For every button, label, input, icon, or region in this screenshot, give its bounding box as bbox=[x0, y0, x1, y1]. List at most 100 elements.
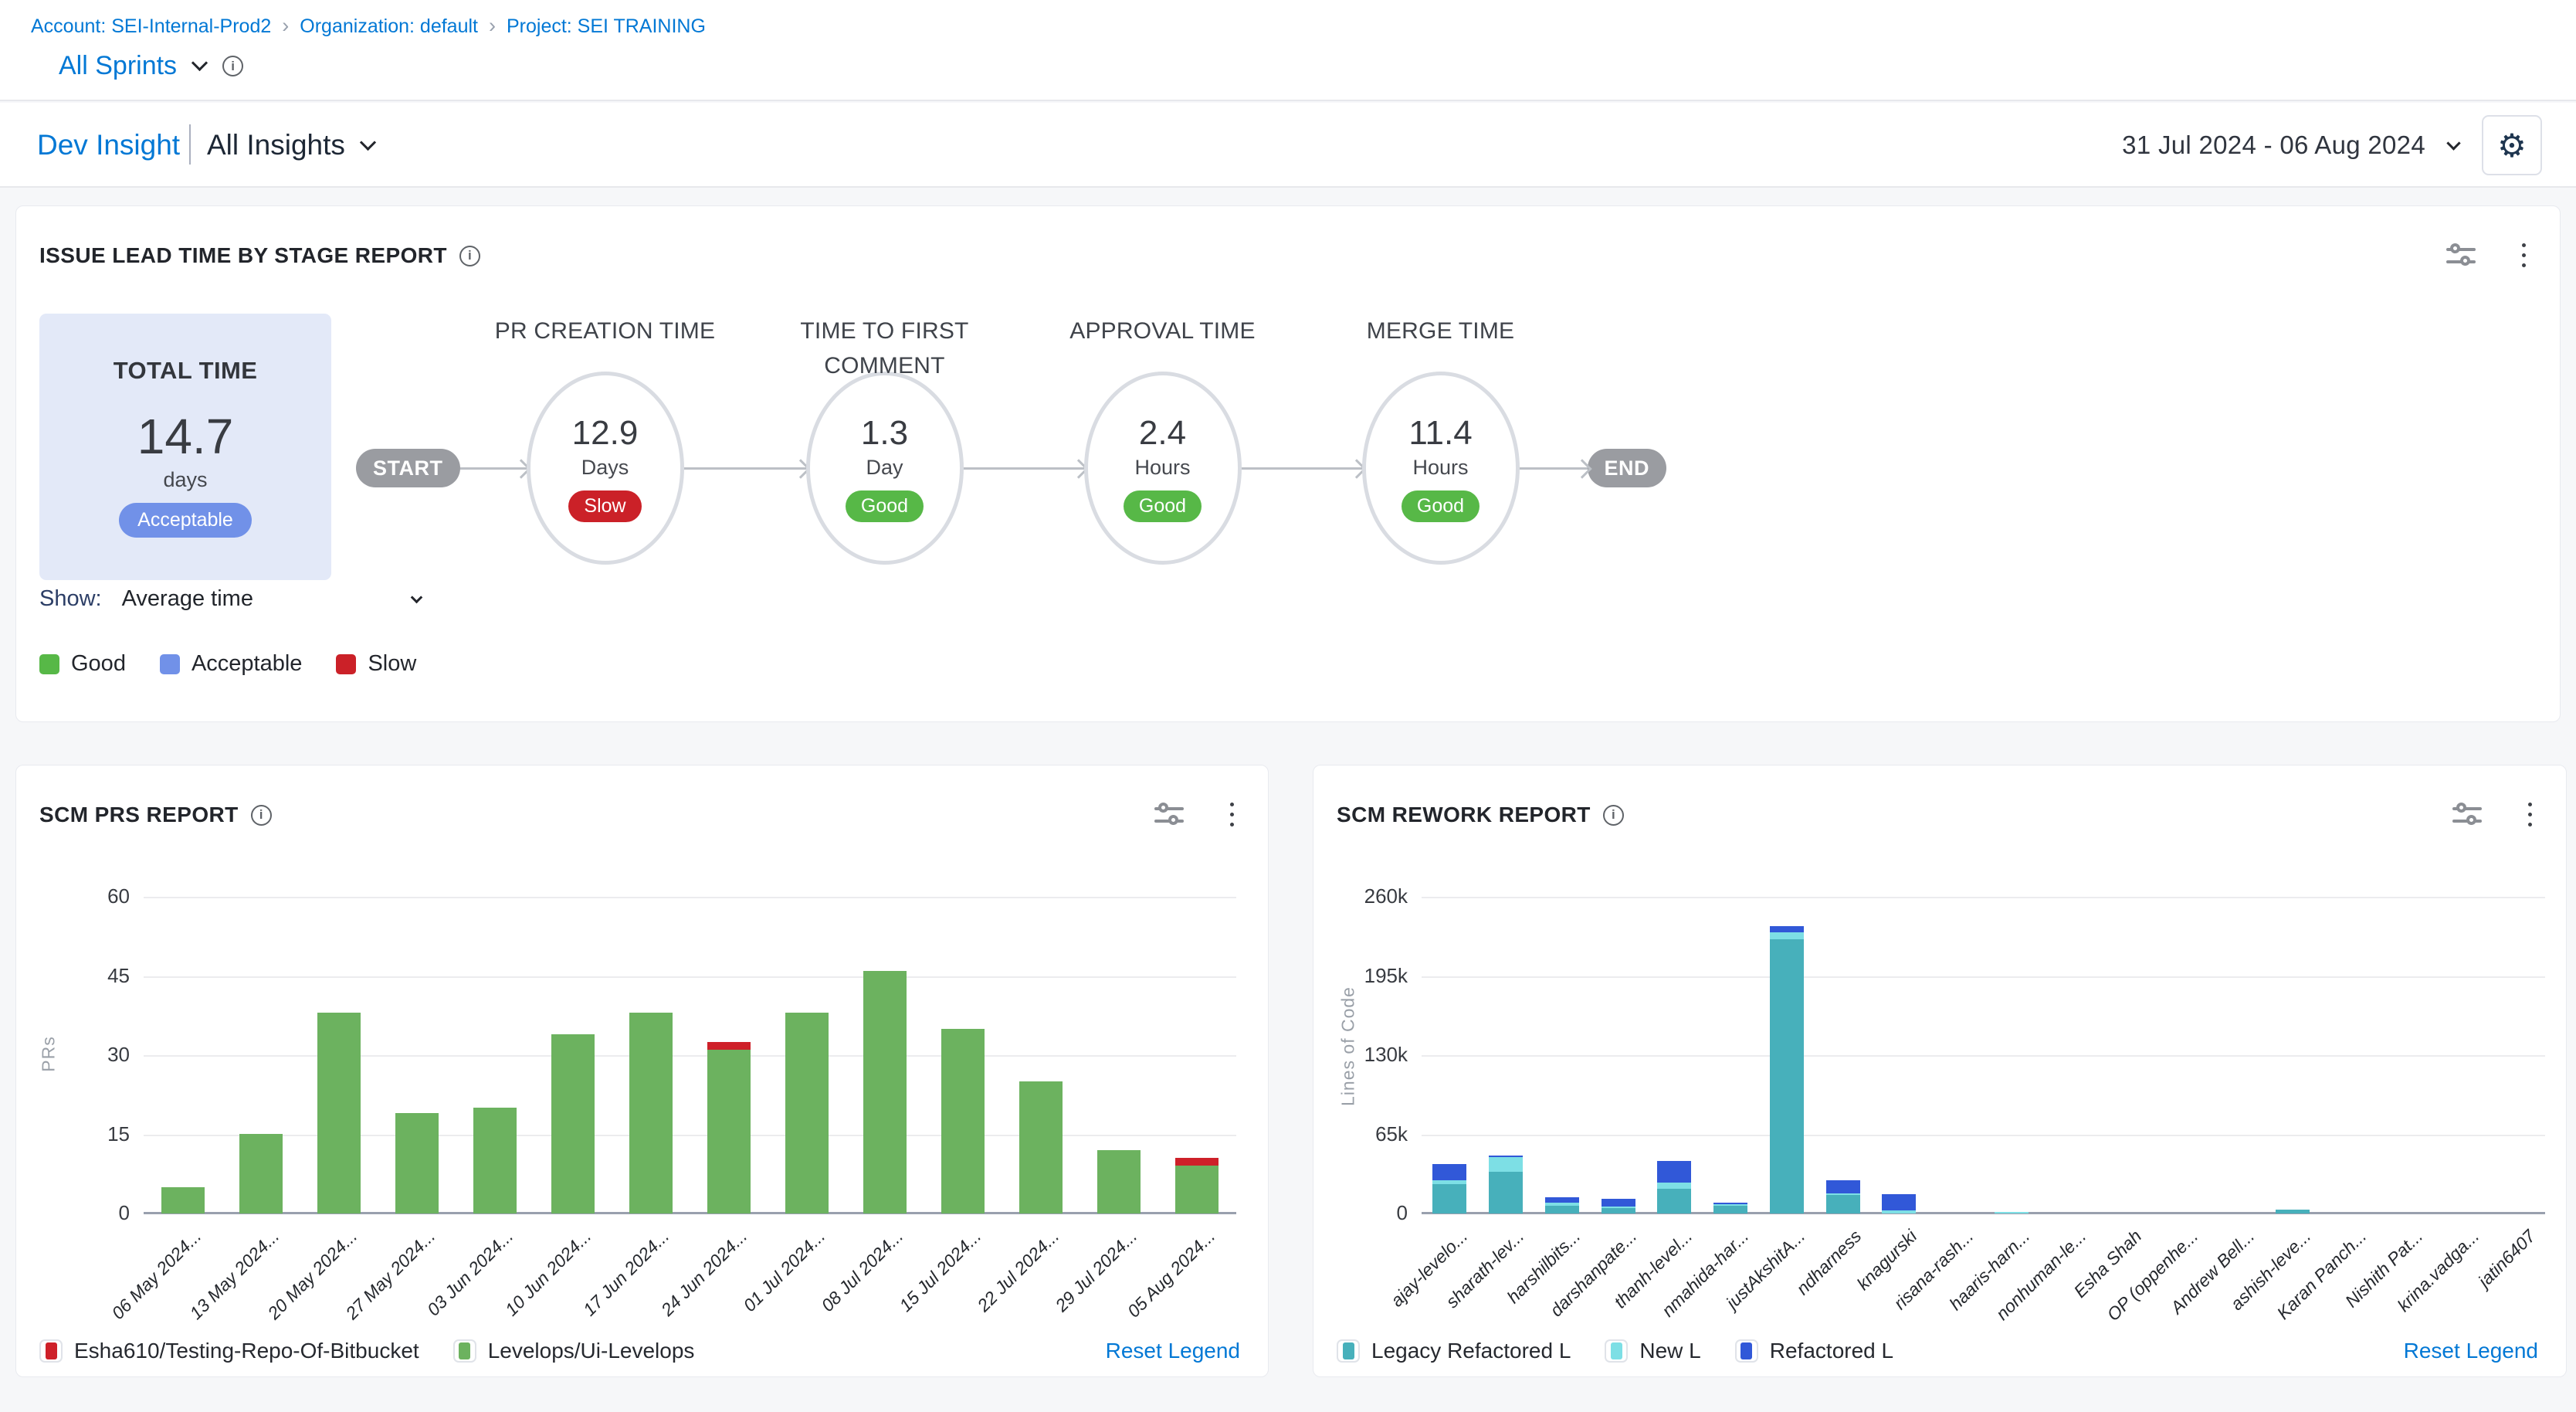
bar-segment bbox=[551, 1034, 595, 1213]
breadcrumb-item[interactable]: Project: SEI TRAINING bbox=[507, 15, 706, 38]
stage-circle[interactable]: 2.4HoursGood bbox=[1084, 372, 1242, 565]
bar-segment bbox=[239, 1134, 283, 1213]
total-time-title: TOTAL TIME bbox=[39, 357, 331, 385]
stage-circle[interactable]: 11.4HoursGood bbox=[1362, 372, 1520, 565]
bar-nmahida-har...[interactable] bbox=[1713, 1203, 1747, 1213]
bar-15 Jul 2024...[interactable] bbox=[941, 1029, 985, 1213]
bar-segment bbox=[1995, 1212, 2029, 1213]
scm-prs-panel: SCM PRS REPORT i PRs 01530456006 May 202… bbox=[15, 765, 1269, 1377]
sliders-icon[interactable] bbox=[2446, 243, 2476, 269]
bar-haaris-harn...[interactable] bbox=[1995, 1212, 2029, 1213]
reset-legend-link[interactable]: Reset Legend bbox=[2404, 1339, 2538, 1363]
legend-swatch bbox=[1735, 1339, 1758, 1363]
bar-06 May 2024...[interactable] bbox=[161, 1187, 205, 1213]
insight-header: Dev Insight All Insights 31 Jul 2024 - 0… bbox=[0, 103, 2576, 188]
bar-segment bbox=[1097, 1150, 1141, 1213]
bar-03 Jun 2024...[interactable] bbox=[473, 1108, 517, 1213]
stage-value: 2.4 bbox=[1139, 414, 1186, 453]
bar-ashish-leve...[interactable] bbox=[2276, 1210, 2310, 1213]
flow-end-pill: END bbox=[1588, 449, 1667, 487]
y-tick-label: 65k bbox=[1344, 1122, 1408, 1146]
bar-segment bbox=[1882, 1210, 1916, 1213]
panel-title: ISSUE LEAD TIME BY STAGE REPORT bbox=[39, 243, 447, 268]
stage-value: 1.3 bbox=[861, 414, 908, 453]
bar-05 Aug 2024...[interactable] bbox=[1175, 1158, 1219, 1213]
stage-unit: Days bbox=[581, 456, 629, 480]
legend-label: Good bbox=[71, 651, 126, 677]
bar-segment bbox=[707, 1050, 751, 1213]
insight-selector[interactable]: All Insights bbox=[207, 129, 374, 161]
legend-label: New L bbox=[1639, 1339, 1700, 1363]
show-value[interactable]: Average time bbox=[122, 586, 253, 612]
bar-segment bbox=[785, 1013, 829, 1213]
bar-segment bbox=[1657, 1183, 1691, 1189]
bar-10 Jun 2024...[interactable] bbox=[551, 1034, 595, 1213]
flow-stage-1: PR CREATION TIME12.9DaysSlow bbox=[527, 314, 684, 565]
breadcrumb-separator: › bbox=[489, 14, 496, 38]
x-axis-line bbox=[144, 1212, 1236, 1214]
bar-13 May 2024...[interactable] bbox=[239, 1134, 283, 1213]
info-icon[interactable]: i bbox=[222, 56, 243, 76]
bar-01 Jul 2024...[interactable] bbox=[785, 1013, 829, 1213]
dev-insight-link[interactable]: Dev Insight bbox=[37, 129, 180, 161]
bar-thanh-level...[interactable] bbox=[1657, 1161, 1691, 1213]
stage-rating-badge: Good bbox=[846, 490, 924, 522]
legend-item[interactable]: Refactored L bbox=[1735, 1339, 1893, 1363]
bar-17 Jun 2024...[interactable] bbox=[629, 1013, 673, 1213]
chart-plot: 065k130k195k260kajay-levelo...sharath-le… bbox=[1422, 897, 2545, 1213]
legend-label: Legacy Refactored L bbox=[1371, 1339, 1571, 1363]
bar-29 Jul 2024...[interactable] bbox=[1097, 1150, 1141, 1213]
date-range-selector[interactable]: 31 Jul 2024 - 06 Aug 2024 bbox=[2122, 131, 2425, 160]
breadcrumb-item[interactable]: Organization: default bbox=[300, 15, 478, 38]
legend-label: Refactored L bbox=[1770, 1339, 1893, 1363]
sprint-selector-label[interactable]: All Sprints bbox=[59, 51, 177, 81]
bar-sharath-lev...[interactable] bbox=[1489, 1156, 1523, 1213]
bar-harshilbits...[interactable] bbox=[1545, 1197, 1579, 1213]
settings-button[interactable]: ⚙ bbox=[2482, 115, 2542, 175]
legend-item[interactable]: New L bbox=[1605, 1339, 1700, 1363]
stage-circle[interactable]: 12.9DaysSlow bbox=[527, 372, 684, 565]
chevron-down-icon bbox=[192, 55, 208, 71]
bar-20 May 2024...[interactable] bbox=[317, 1013, 361, 1213]
bar-segment bbox=[863, 971, 907, 1213]
bar-segment bbox=[1545, 1206, 1579, 1213]
bar-24 Jun 2024...[interactable] bbox=[707, 1042, 751, 1213]
bar-segment bbox=[473, 1108, 517, 1213]
y-tick-label: 260k bbox=[1344, 884, 1408, 908]
kebab-menu-icon[interactable] bbox=[2516, 240, 2532, 270]
reset-legend-link[interactable]: Reset Legend bbox=[1106, 1339, 1240, 1363]
stage-circle[interactable]: 1.3 Day Good bbox=[806, 372, 964, 565]
bar-segment bbox=[1175, 1166, 1219, 1213]
bar-ndharness[interactable] bbox=[1826, 1180, 1860, 1213]
bar-darshanpate...[interactable] bbox=[1602, 1199, 1635, 1213]
bar-08 Jul 2024...[interactable] bbox=[863, 971, 907, 1213]
bar-22 Jul 2024...[interactable] bbox=[1019, 1081, 1063, 1213]
gridline bbox=[144, 1055, 1236, 1057]
chevron-down-icon bbox=[411, 591, 423, 603]
bar-segment bbox=[629, 1013, 673, 1213]
lead-time-flow: STARTPR CREATION TIME12.9DaysSlowTIME TO… bbox=[356, 314, 1666, 576]
top-header: Account: SEI-Internal-Prod2 › Organization… bbox=[0, 0, 2576, 101]
gridline bbox=[1422, 976, 2545, 978]
stage-unit: Day bbox=[866, 456, 903, 480]
legend-item[interactable]: Levelops/Ui-Levelops bbox=[453, 1339, 695, 1363]
legend-item[interactable]: Legacy Refactored L bbox=[1337, 1339, 1571, 1363]
scm-rework-panel: SCM REWORK REPORT i Lines of Code 065k13… bbox=[1313, 765, 2567, 1377]
bar-27 May 2024...[interactable] bbox=[395, 1113, 439, 1213]
bar-segment bbox=[1602, 1208, 1635, 1213]
gridline bbox=[144, 1135, 1236, 1136]
legend-item[interactable]: Esha610/Testing-Repo-Of-Bitbucket bbox=[39, 1339, 419, 1363]
bar-segment bbox=[941, 1029, 985, 1213]
bar-justAkshitA...[interactable] bbox=[1770, 926, 1804, 1213]
chevron-down-icon bbox=[2446, 136, 2460, 150]
flow-arrow bbox=[1242, 467, 1362, 470]
stage-unit: Hours bbox=[1412, 456, 1468, 480]
bar-ajay-levelo...[interactable] bbox=[1432, 1164, 1466, 1213]
sprint-selector[interactable]: All Sprints i bbox=[59, 51, 243, 81]
info-icon[interactable]: i bbox=[459, 246, 480, 266]
show-dropdown[interactable]: Show: Average time bbox=[39, 586, 421, 612]
breadcrumb-item[interactable]: Account: SEI-Internal-Prod2 bbox=[31, 15, 271, 38]
y-tick-label: 45 bbox=[66, 964, 130, 988]
legend-label: Esha610/Testing-Repo-Of-Bitbucket bbox=[74, 1339, 419, 1363]
bar-knagurski[interactable] bbox=[1882, 1194, 1916, 1213]
